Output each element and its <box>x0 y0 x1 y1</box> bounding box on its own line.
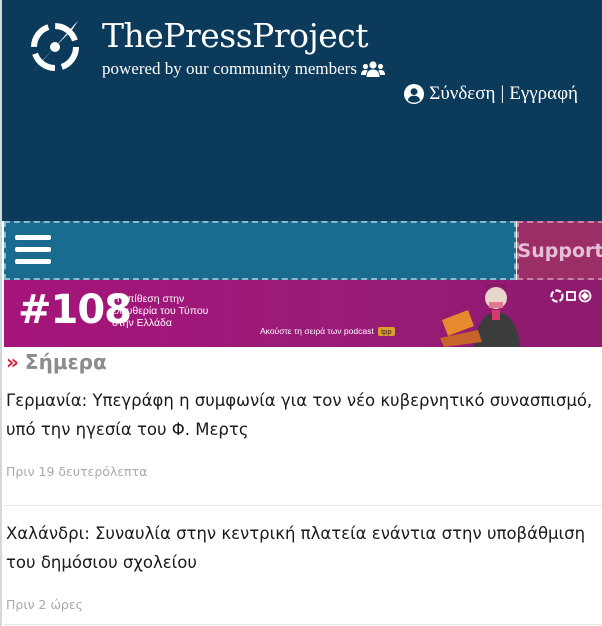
news-item-time: Πριν 19 δευτερόλεπτα <box>6 464 148 479</box>
login-link[interactable]: Σύνδεση <box>429 83 495 105</box>
tagline-text: powered by our community members <box>102 59 357 78</box>
support-button[interactable]: Support <box>517 221 602 280</box>
podcast-banner[interactable]: #108 Η επίθεση στην ελευθερία του Τύπου … <box>4 280 602 347</box>
news-item: Χαλάνδρι: Συναυλία στην κεντρική πλατεία… <box>6 519 600 612</box>
news-item-title[interactable]: Γερμανία: Υπεγράφη η συμφωνία για τον νέ… <box>6 386 600 444</box>
auth-links: Σύνδεση | Εγγραφή <box>404 83 578 105</box>
section-heading: » Σήμερα <box>6 350 107 374</box>
divider <box>4 624 602 625</box>
banner-illustration-icon <box>440 284 520 347</box>
banner-brand-logos-icon <box>550 289 592 303</box>
section-arrow-icon: » <box>6 350 19 374</box>
user-circle-icon <box>404 84 425 104</box>
banner-subline-text: Ακούστε τη σειρά των podcast <box>260 326 374 336</box>
banner-subline-badge: tpp <box>378 327 395 336</box>
page: ThePressProject powered by our community… <box>0 0 602 626</box>
register-link[interactable]: Εγγραφή <box>509 83 578 105</box>
community-users-icon <box>360 61 385 77</box>
tagline: powered by our community members <box>102 59 385 79</box>
main-navbar <box>4 221 516 280</box>
site-logo-icon[interactable] <box>28 16 82 76</box>
news-item-time: Πριν 2 ώρες <box>6 597 83 612</box>
auth-separator: | <box>500 83 505 104</box>
site-header: ThePressProject powered by our community… <box>2 0 602 221</box>
news-item-title[interactable]: Χαλάνδρι: Συναυλία στην κεντρική πλατεία… <box>6 519 600 577</box>
site-title[interactable]: ThePressProject <box>102 16 369 55</box>
section-title: Σήμερα <box>24 350 107 374</box>
divider <box>4 505 602 506</box>
banner-headline: Η επίθεση στην ελευθερία του Τύπου στην … <box>112 293 209 329</box>
news-item: Γερμανία: Υπεγράφη η συμφωνία για τον νέ… <box>6 386 600 479</box>
banner-subline: Ακούστε τη σειρά των podcast tpp <box>260 326 395 336</box>
hamburger-menu-icon[interactable] <box>15 235 51 267</box>
